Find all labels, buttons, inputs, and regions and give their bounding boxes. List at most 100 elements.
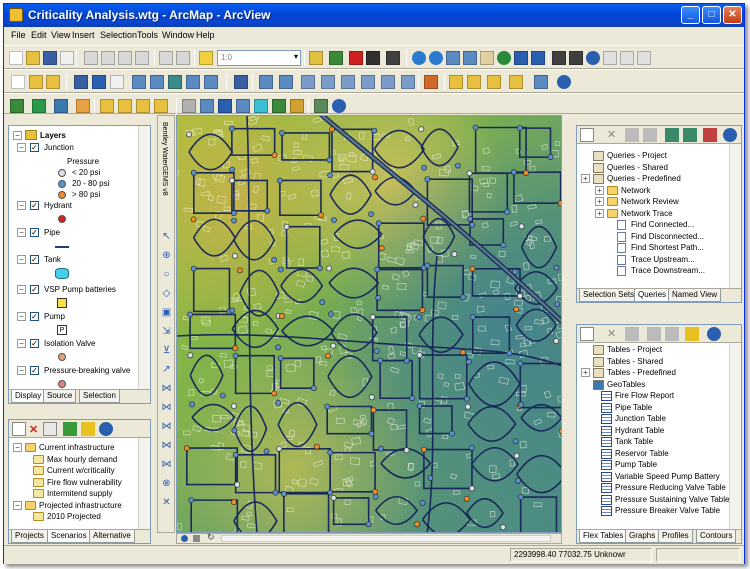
select-elements-icon[interactable]: [569, 51, 583, 65]
map-canvas[interactable]: [176, 115, 562, 533]
network-map[interactable]: [177, 116, 562, 533]
junction-tool-icon[interactable]: [218, 99, 232, 113]
tab-source[interactable]: Source: [43, 390, 77, 403]
results-icon[interactable]: [76, 99, 90, 113]
rename-icon[interactable]: [643, 128, 657, 142]
element-properties-icon[interactable]: [234, 75, 248, 89]
help-icon[interactable]: [707, 327, 721, 341]
tab-selection-sets[interactable]: Selection Sets: [579, 289, 639, 302]
close-button[interactable]: ✕: [723, 6, 742, 24]
remove-icon[interactable]: ✕: [160, 496, 173, 509]
scenario-manager-icon[interactable]: [54, 99, 68, 113]
pipe-tool-icon[interactable]: [200, 99, 214, 113]
scenarios-scrollbar[interactable]: [138, 438, 150, 529]
tank-tool-icon[interactable]: [254, 99, 268, 113]
refresh-icon[interactable]: ↻: [207, 532, 215, 543]
tab-contours[interactable]: Contours: [696, 530, 737, 543]
collapse-icon[interactable]: −: [13, 131, 22, 140]
collapse-icon[interactable]: −: [17, 228, 26, 237]
profile-icon[interactable]: [301, 75, 315, 89]
collapse-icon[interactable]: −: [13, 500, 22, 510]
toc-item[interactable]: − ✓ Pipe: [17, 227, 142, 238]
pump-icon[interactable]: ⊻: [160, 344, 173, 357]
layer-checkbox[interactable]: ✓: [30, 366, 39, 375]
hydrant-tool-icon[interactable]: [236, 99, 250, 113]
criticality-icon[interactable]: [118, 99, 132, 113]
select-features-icon[interactable]: [552, 51, 566, 65]
junction-icon[interactable]: ○: [160, 268, 173, 281]
compute-icon[interactable]: [32, 99, 46, 113]
new-project-icon[interactable]: [11, 75, 25, 89]
user-data-icon[interactable]: [534, 75, 548, 89]
hydrant-icon[interactable]: ◇: [160, 287, 173, 300]
new-icon[interactable]: [12, 422, 26, 436]
open-project-icon[interactable]: [29, 75, 43, 89]
isolation-valve-icon[interactable]: ⊗: [160, 477, 173, 490]
layer-checkbox[interactable]: ✓: [30, 201, 39, 210]
toc-item[interactable]: − ✓ Tank: [17, 254, 142, 265]
collapse-icon[interactable]: −: [17, 201, 26, 210]
hyperlink-icon[interactable]: [637, 51, 651, 65]
zoom-in-icon[interactable]: [412, 51, 426, 65]
expand-icon[interactable]: +: [595, 197, 604, 206]
model-icon[interactable]: [366, 51, 380, 65]
tab-scenarios[interactable]: Scenarios: [47, 530, 91, 543]
full-extent-icon[interactable]: [497, 51, 511, 65]
options-icon[interactable]: [186, 75, 200, 89]
graphs-icon[interactable]: [279, 75, 293, 89]
delete-icon[interactable]: [135, 51, 149, 65]
measure-icon[interactable]: [620, 51, 634, 65]
valve-tool-icon[interactable]: [290, 99, 304, 113]
compute-icon[interactable]: [63, 422, 77, 436]
layer-checkbox[interactable]: ✓: [30, 339, 39, 348]
collapse-icon[interactable]: −: [17, 312, 26, 321]
collapse-icon[interactable]: −: [13, 443, 22, 452]
calculation-options-icon[interactable]: [168, 75, 182, 89]
menu-selection[interactable]: Selection: [100, 30, 137, 40]
save-project-icon[interactable]: [74, 75, 88, 89]
collapse-icon[interactable]: −: [17, 285, 26, 294]
cut-icon[interactable]: [84, 51, 98, 65]
scenarios-icon[interactable]: [132, 75, 146, 89]
tab-flex-tables[interactable]: Flex Tables: [579, 530, 628, 543]
arccatalog-icon[interactable]: [349, 51, 363, 65]
collapse-icon[interactable]: −: [17, 339, 26, 348]
copy-icon[interactable]: [101, 51, 115, 65]
collapse-icon[interactable]: [683, 128, 697, 142]
prv-icon[interactable]: ⋈: [160, 382, 173, 395]
collapse-icon[interactable]: +: [581, 368, 590, 377]
back-extent-icon[interactable]: [514, 51, 528, 65]
paste-icon[interactable]: [118, 51, 132, 65]
psv-icon[interactable]: ⋈: [160, 401, 173, 414]
selection-sets-icon[interactable]: [401, 75, 415, 89]
fcv-icon[interactable]: ⋈: [160, 439, 173, 452]
tab-alternative[interactable]: Alternative: [89, 530, 135, 543]
tab-graphs[interactable]: Graphs: [625, 530, 660, 543]
named-views-icon[interactable]: [381, 75, 395, 89]
flextables-icon[interactable]: [259, 75, 273, 89]
collapse-icon[interactable]: −: [17, 143, 26, 152]
help-icon[interactable]: [557, 75, 571, 89]
map-hscrollbar[interactable]: [221, 535, 551, 542]
save-icon[interactable]: [43, 51, 57, 65]
toc-item[interactable]: − ✓ Pump: [17, 311, 142, 322]
delete-icon[interactable]: ✕: [607, 128, 616, 141]
menu-edit[interactable]: Edit: [31, 30, 47, 40]
select-icon[interactable]: ↖: [160, 230, 173, 243]
valve-icon[interactable]: ↗: [160, 363, 173, 376]
edit-icon[interactable]: [647, 327, 661, 341]
new-table-icon[interactable]: [580, 327, 594, 341]
flextables-scrollbar[interactable]: [729, 343, 741, 529]
properties-icon[interactable]: [625, 128, 639, 142]
open-icon[interactable]: [26, 51, 40, 65]
collapse-icon[interactable]: +: [581, 174, 590, 183]
menu-insert[interactable]: Insert: [72, 30, 95, 40]
duplicate-icon[interactable]: [625, 327, 639, 341]
tank-icon[interactable]: ▣: [160, 306, 173, 319]
pan-icon[interactable]: [480, 51, 494, 65]
layer-checkbox[interactable]: ✓: [30, 312, 39, 321]
collapse-icon[interactable]: −: [17, 366, 26, 375]
tab-named-view[interactable]: Named View: [668, 289, 722, 302]
flushing-icon[interactable]: [154, 99, 168, 113]
expand-icon[interactable]: +: [595, 185, 604, 195]
